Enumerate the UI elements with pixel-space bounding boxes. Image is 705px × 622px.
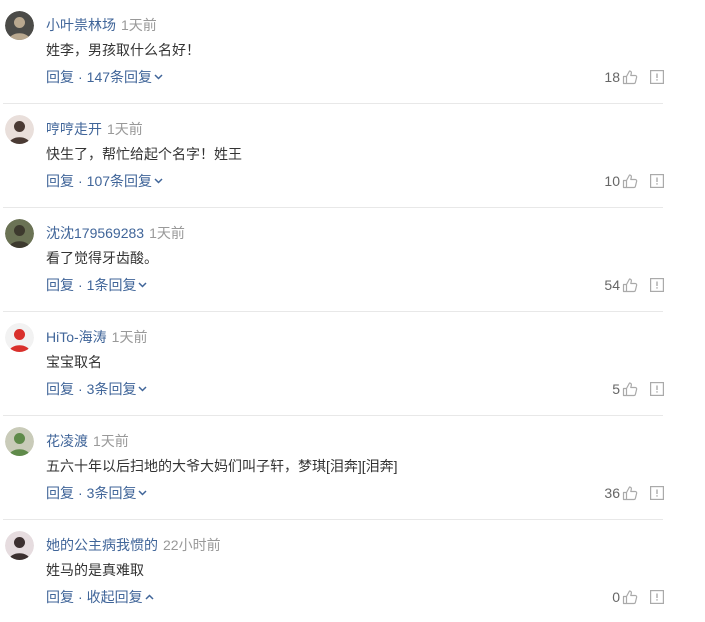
like-count: 0 bbox=[612, 589, 620, 605]
chevron-up-icon[interactable] bbox=[145, 587, 154, 607]
avatar[interactable] bbox=[5, 11, 34, 40]
comment-text: 宝宝取名 bbox=[46, 354, 102, 370]
avatar[interactable] bbox=[5, 219, 34, 248]
like-count: 36 bbox=[604, 485, 620, 501]
report-icon[interactable] bbox=[650, 278, 665, 293]
thumb-up-icon[interactable] bbox=[622, 173, 638, 189]
report-icon[interactable] bbox=[650, 590, 665, 605]
comment-meta: 她的公主病我惯的 22小时前 bbox=[46, 535, 221, 555]
username-link[interactable]: HiTo-海涛 bbox=[46, 329, 107, 345]
report-icon[interactable] bbox=[650, 174, 665, 189]
like-count: 5 bbox=[612, 381, 620, 397]
thumb-up-icon[interactable] bbox=[622, 485, 638, 501]
username-link[interactable]: 沈沈179569283 bbox=[46, 225, 144, 241]
replies-label[interactable]: 1条回复 bbox=[87, 277, 137, 293]
thumb-up-icon[interactable] bbox=[622, 589, 638, 605]
separator-dot: · bbox=[78, 381, 83, 397]
chevron-down-icon[interactable] bbox=[138, 483, 147, 503]
like-count: 18 bbox=[604, 69, 620, 85]
comment-time: 1天前 bbox=[121, 17, 157, 33]
avatar[interactable] bbox=[5, 323, 34, 352]
avatar[interactable] bbox=[5, 115, 34, 144]
reply-row: 回复 · 1条回复 bbox=[46, 275, 147, 295]
view-replies-link[interactable]: 3条回复 bbox=[87, 381, 148, 397]
comment-text: 看了觉得牙齿酸。 bbox=[46, 250, 158, 266]
comment-text: 快生了，帮忙给起个名字！姓王 bbox=[46, 146, 242, 162]
comment-item: HiTo-海涛 1天前 宝宝取名 回复 · 3条回复 5 bbox=[0, 312, 705, 416]
thumb-up-icon[interactable] bbox=[622, 277, 638, 293]
thumb-up-icon[interactable] bbox=[622, 69, 638, 85]
separator-dot: · bbox=[78, 69, 83, 85]
comment-time: 1天前 bbox=[149, 225, 185, 241]
report-icon[interactable] bbox=[650, 70, 665, 85]
reply-button[interactable]: 回复 bbox=[46, 485, 74, 501]
chevron-down-icon[interactable] bbox=[138, 379, 147, 399]
comment-item: 小叶祟林场 1天前 姓李，男孩取什么名好！ 回复 · 147条回复 18 bbox=[0, 0, 705, 104]
chevron-down-icon[interactable] bbox=[154, 67, 163, 87]
replies-label[interactable]: 147条回复 bbox=[87, 69, 152, 85]
comment-text: 五六十年以后扫地的大爷大妈们叫子轩，梦琪[泪奔][泪奔] bbox=[46, 458, 398, 474]
replies-label[interactable]: 收起回复 bbox=[87, 589, 143, 605]
reply-button[interactable]: 回复 bbox=[46, 277, 74, 293]
view-replies-link[interactable]: 收起回复 bbox=[87, 589, 154, 605]
comment-meta: 小叶祟林场 1天前 bbox=[46, 15, 157, 35]
username-link[interactable]: 花凌渡 bbox=[46, 433, 88, 449]
reply-row: 回复 · 3条回复 bbox=[46, 379, 147, 399]
reply-button[interactable]: 回复 bbox=[46, 381, 74, 397]
avatar[interactable] bbox=[5, 427, 34, 456]
separator-dot: · bbox=[78, 589, 83, 605]
replies-label[interactable]: 107条回复 bbox=[87, 173, 152, 189]
reply-button[interactable]: 回复 bbox=[46, 173, 74, 189]
view-replies-link[interactable]: 1条回复 bbox=[87, 277, 148, 293]
like-count: 54 bbox=[604, 277, 620, 293]
reply-row: 回复 · 147条回复 bbox=[46, 67, 163, 87]
comment-text: 姓李，男孩取什么名好！ bbox=[46, 42, 200, 58]
replies-label[interactable]: 3条回复 bbox=[87, 381, 137, 397]
comment-text: 姓马的是真难取 bbox=[46, 562, 144, 578]
comment-meta: 沈沈179569283 1天前 bbox=[46, 223, 185, 243]
comment-time: 1天前 bbox=[93, 433, 129, 449]
comment-meta: 哼哼走开 1天前 bbox=[46, 119, 143, 139]
reply-row: 回复 · 107条回复 bbox=[46, 171, 163, 191]
comment-time: 1天前 bbox=[111, 329, 148, 345]
separator-dot: · bbox=[78, 485, 83, 501]
comment-time: 1天前 bbox=[107, 121, 143, 137]
like-count: 10 bbox=[604, 173, 620, 189]
thumb-up-icon[interactable] bbox=[622, 381, 638, 397]
report-icon[interactable] bbox=[650, 382, 665, 397]
comment-item: 她的公主病我惯的 22小时前 姓马的是真难取 回复 · 收起回复 0 bbox=[0, 520, 705, 622]
avatar[interactable] bbox=[5, 531, 34, 560]
username-link[interactable]: 哼哼走开 bbox=[46, 121, 102, 137]
comment-meta: 花凌渡 1天前 bbox=[46, 431, 129, 451]
reply-button[interactable]: 回复 bbox=[46, 589, 74, 605]
report-icon[interactable] bbox=[650, 486, 665, 501]
view-replies-link[interactable]: 147条回复 bbox=[87, 69, 163, 85]
chevron-down-icon[interactable] bbox=[154, 171, 163, 191]
username-link[interactable]: 小叶祟林场 bbox=[46, 17, 116, 33]
replies-label[interactable]: 3条回复 bbox=[87, 485, 137, 501]
comment-item: 花凌渡 1天前 五六十年以后扫地的大爷大妈们叫子轩，梦琪[泪奔][泪奔] 回复 · 3… bbox=[0, 416, 705, 520]
view-replies-link[interactable]: 107条回复 bbox=[87, 173, 163, 189]
username-link[interactable]: 她的公主病我惯的 bbox=[46, 537, 158, 553]
separator-dot: · bbox=[78, 173, 83, 189]
reply-row: 回复 · 收起回复 bbox=[46, 587, 154, 607]
reply-row: 回复 · 3条回复 bbox=[46, 483, 147, 503]
chevron-down-icon[interactable] bbox=[138, 275, 147, 295]
comment-meta: HiTo-海涛 1天前 bbox=[46, 327, 147, 347]
comment-time: 22小时前 bbox=[163, 537, 221, 553]
comment-list: 小叶祟林场 1天前 姓李，男孩取什么名好！ 回复 · 147条回复 18 哼哼走… bbox=[0, 0, 705, 622]
view-replies-link[interactable]: 3条回复 bbox=[87, 485, 148, 501]
comment-item: 沈沈179569283 1天前 看了觉得牙齿酸。 回复 · 1条回复 54 bbox=[0, 208, 705, 312]
comment-item: 哼哼走开 1天前 快生了，帮忙给起个名字！姓王 回复 · 107条回复 10 bbox=[0, 104, 705, 208]
reply-button[interactable]: 回复 bbox=[46, 69, 74, 85]
separator-dot: · bbox=[78, 277, 83, 293]
